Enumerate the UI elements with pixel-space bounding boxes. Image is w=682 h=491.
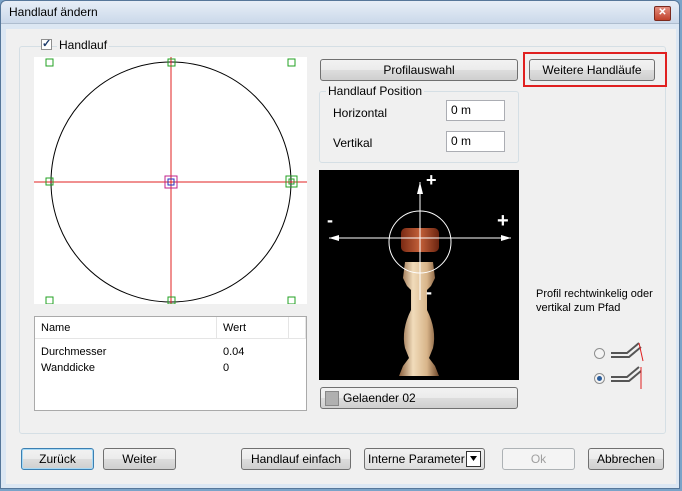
window-title: Handlauf ändern <box>9 5 98 19</box>
zurueck-button[interactable]: Zurück <box>21 448 94 470</box>
handle-top-left[interactable] <box>45 58 54 67</box>
vertikal-profile-icon <box>611 366 642 389</box>
row-value-durchmesser[interactable]: 0.04 <box>223 346 244 358</box>
vertikal-input[interactable]: 0 m <box>446 131 505 152</box>
horizontal-input[interactable]: 0 m <box>446 100 505 121</box>
preview-minus-left: - <box>327 210 333 230</box>
profilauswahl-button[interactable]: Profilauswahl <box>320 59 518 81</box>
gelaender-button[interactable]: Gelaender 02 <box>320 387 518 409</box>
abbrechen-button[interactable]: Abbrechen <box>588 448 664 470</box>
dropdown-value: Interne Parameter <box>368 452 465 466</box>
position-group-label: Handlauf Position <box>326 84 425 98</box>
handle-top-right[interactable] <box>287 58 296 67</box>
rechtwinkelig-profile-icon <box>611 342 644 362</box>
profile-drawing <box>34 57 307 305</box>
preview-plus-top: + <box>426 170 437 190</box>
dialog-client-area: Handlauf Name Wert <box>6 29 676 484</box>
row-name-wanddicke[interactable]: Wanddicke <box>41 362 95 374</box>
profil-vertikal-radio[interactable] <box>594 373 605 384</box>
profile-drawing-canvas[interactable] <box>34 57 307 305</box>
column-header-spacer <box>289 317 306 339</box>
handlauf-einfach-button[interactable]: Handlauf einfach <box>241 448 351 470</box>
arrow-up-icon <box>417 182 423 194</box>
row-name-durchmesser[interactable]: Durchmesser <box>41 346 106 358</box>
handle-bottom-left[interactable] <box>45 296 54 305</box>
handlauf-preview[interactable]: + - + - <box>319 170 519 380</box>
highlight-box <box>523 52 667 87</box>
title-bar: Handlauf ändern ✕ <box>1 1 679 24</box>
chevron-down-icon <box>470 456 477 461</box>
baluster-shape <box>399 262 439 376</box>
handlauf-checkbox[interactable] <box>41 37 52 50</box>
ok-button[interactable]: Ok <box>502 448 575 470</box>
row-value-wanddicke[interactable]: 0 <box>223 362 229 374</box>
preview-plus-right: + <box>497 210 509 232</box>
preview-minus-bottom: - <box>426 282 432 302</box>
gelaender-thumbnail-icon <box>325 391 339 406</box>
handle-bottom-right[interactable] <box>287 296 296 305</box>
horizontal-label: Horizontal <box>333 106 388 120</box>
close-icon: ✕ <box>658 7 667 18</box>
preview-graphic <box>329 182 511 376</box>
dropdown-arrow-button[interactable] <box>466 451 481 467</box>
vertikal-label: Vertikal <box>333 136 373 150</box>
parameter-table[interactable]: Name Wert Durchmesser 0.04 Wanddicke 0 <box>34 316 307 411</box>
arrow-right-icon <box>501 235 511 241</box>
profil-rechtwinkelig-radio[interactable] <box>594 348 605 359</box>
close-button[interactable]: ✕ <box>654 6 671 21</box>
column-header-wert[interactable]: Wert <box>217 317 289 339</box>
dialog-window: Handlauf ändern ✕ Handlauf <box>0 0 680 489</box>
gelaender-button-label: Gelaender 02 <box>343 391 416 405</box>
weiter-button[interactable]: Weiter <box>103 448 176 470</box>
handlauf-checkbox-label: Handlauf <box>57 38 110 52</box>
arrow-left-icon <box>329 235 339 241</box>
profil-description: Profil rechtwinkelig oder vertikal zum P… <box>536 288 653 314</box>
column-header-name[interactable]: Name <box>35 317 217 339</box>
interne-parameter-dropdown[interactable]: Interne Parameter <box>364 448 485 470</box>
